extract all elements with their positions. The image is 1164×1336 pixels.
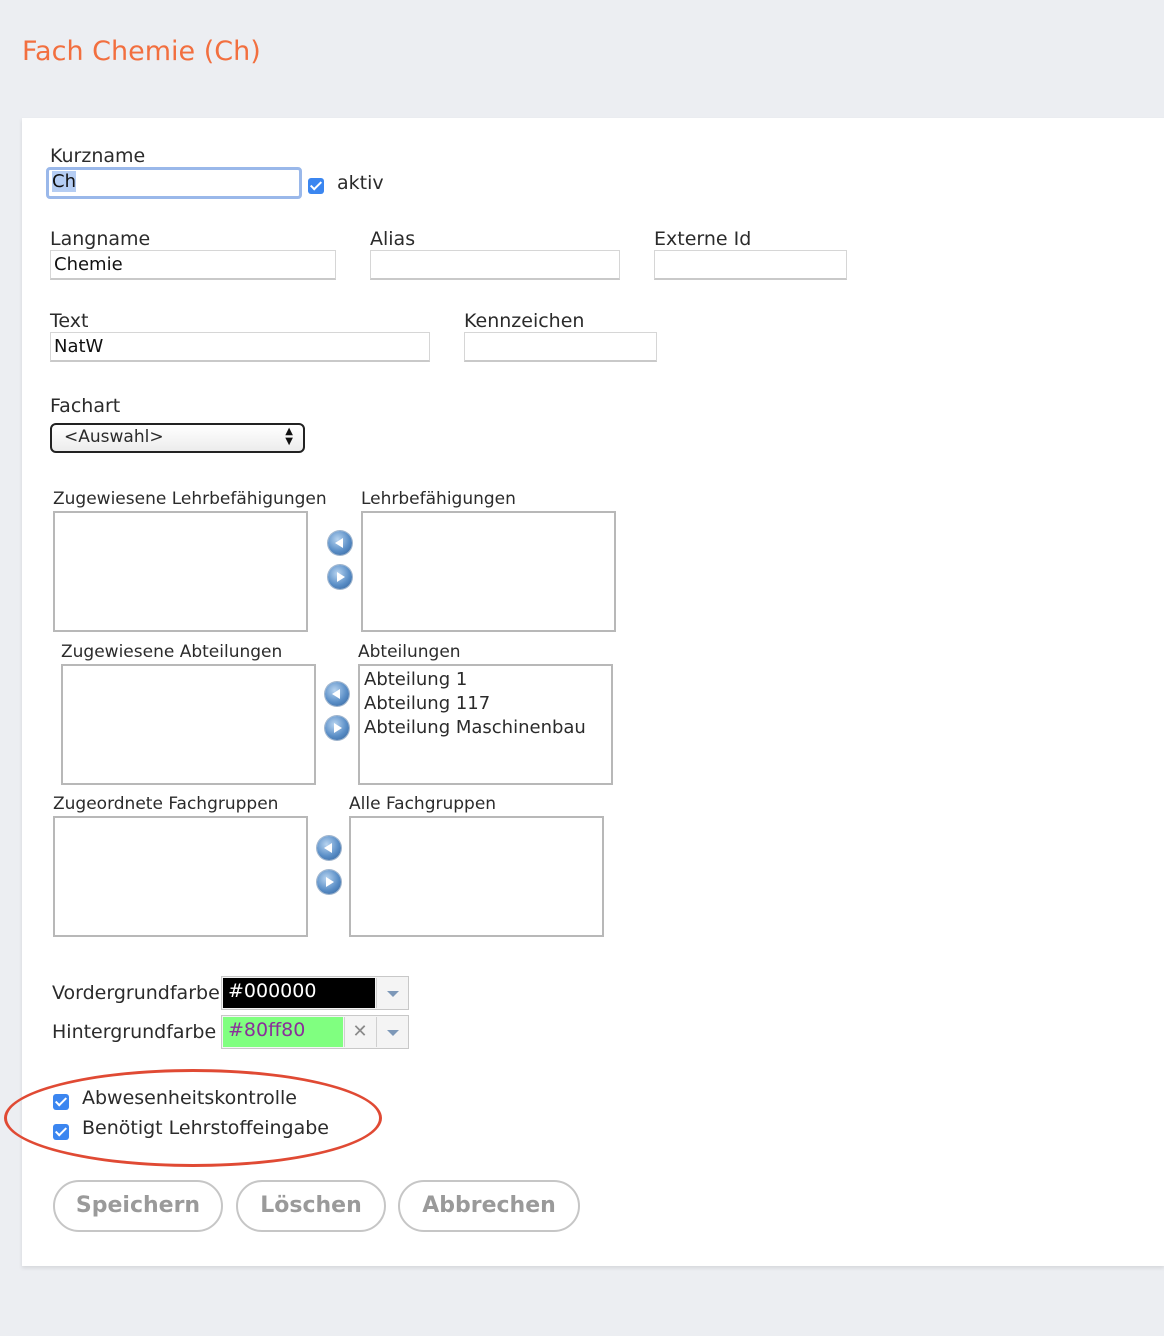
abteilungen-label: Abteilungen: [358, 642, 461, 662]
hintergrundfarbe-label: Hintergrundfarbe: [52, 1021, 217, 1043]
kennzeichen-label: Kennzeichen: [464, 310, 585, 332]
vordergrundfarbe-label: Vordergrundfarbe: [52, 982, 220, 1004]
list-item[interactable]: Abteilung 117: [364, 692, 607, 716]
langname-label: Langname: [50, 228, 151, 250]
lehrbef-list[interactable]: [361, 511, 616, 632]
externe-id-label: Externe Id: [654, 228, 752, 250]
zugeordnete-fachgruppen-label: Zugeordnete Fachgruppen: [53, 794, 279, 814]
arrow-right-icon[interactable]: [328, 565, 352, 589]
alias-label: Alias: [370, 228, 416, 250]
alle-fachgruppen-label: Alle Fachgruppen: [349, 794, 497, 814]
arrow-right-icon[interactable]: [317, 870, 341, 894]
lehrbef-label: Lehrbefähigungen: [361, 489, 516, 509]
kurzname-value: Ch: [52, 171, 76, 192]
fachart-selected-value: <Auswahl>: [64, 427, 164, 447]
zugewiesene-abteilungen-list[interactable]: [61, 664, 316, 785]
delete-button[interactable]: Löschen: [236, 1180, 386, 1232]
langname-input[interactable]: Chemie: [50, 250, 336, 280]
text-input[interactable]: NatW: [50, 332, 430, 362]
cancel-button[interactable]: Abbrechen: [398, 1180, 580, 1232]
kurzname-input[interactable]: Ch: [46, 167, 302, 199]
zugewiesene-lehrbef-label: Zugewiesene Lehrbefähigungen: [53, 489, 327, 509]
kurzname-label: Kurzname: [50, 145, 146, 167]
list-item[interactable]: Abteilung 1: [364, 668, 607, 692]
hintergrundfarbe-value[interactable]: #80ff80: [223, 1017, 343, 1047]
fachart-label: Fachart: [50, 395, 121, 417]
hintergrundfarbe-picker[interactable]: #80ff80 ✕: [221, 1015, 409, 1049]
arrow-right-icon[interactable]: [325, 716, 349, 740]
zugeordnete-fachgruppen-list[interactable]: [53, 816, 308, 937]
list-item[interactable]: Abteilung Maschinenbau: [364, 716, 607, 740]
chevron-down-icon[interactable]: [376, 1017, 409, 1047]
select-arrows-icon: ▲ ▼: [285, 426, 293, 447]
abteilungen-list[interactable]: Abteilung 1 Abteilung 117 Abteilung Masc…: [358, 664, 613, 785]
zugewiesene-lehrbef-list[interactable]: [53, 511, 308, 632]
zugewiesene-abteilungen-label: Zugewiesene Abteilungen: [61, 642, 283, 662]
page-title: Fach Chemie (Ch): [22, 36, 261, 67]
fachart-select[interactable]: <Auswahl> ▲ ▼: [50, 423, 305, 453]
arrow-left-icon[interactable]: [328, 531, 352, 555]
text-label: Text: [50, 310, 89, 332]
arrow-left-icon[interactable]: [317, 836, 341, 860]
chevron-down-icon[interactable]: [376, 978, 409, 1008]
alias-input[interactable]: [370, 250, 620, 280]
clear-icon[interactable]: ✕: [344, 1017, 375, 1047]
vordergrundfarbe-picker[interactable]: #000000: [221, 976, 409, 1010]
arrow-left-icon[interactable]: [325, 682, 349, 706]
alle-fachgruppen-list[interactable]: [349, 816, 604, 937]
aktiv-checkbox[interactable]: [308, 178, 324, 194]
kennzeichen-input[interactable]: [464, 332, 657, 362]
save-button[interactable]: Speichern: [53, 1180, 223, 1232]
aktiv-label: aktiv: [337, 172, 384, 194]
annotation-ellipse: [4, 1069, 382, 1167]
externe-id-input[interactable]: [654, 250, 847, 280]
vordergrundfarbe-value[interactable]: #000000: [223, 978, 375, 1008]
